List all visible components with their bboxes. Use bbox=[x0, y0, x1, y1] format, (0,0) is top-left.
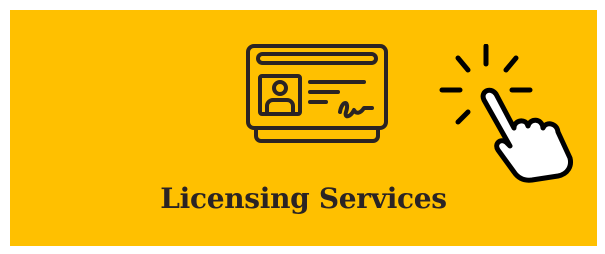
license-card-icon bbox=[246, 44, 388, 143]
click-hand-icon bbox=[439, 44, 573, 183]
licensing-services-tile[interactable]: Licensing Services bbox=[10, 10, 597, 246]
tile-label: Licensing Services bbox=[160, 182, 447, 215]
